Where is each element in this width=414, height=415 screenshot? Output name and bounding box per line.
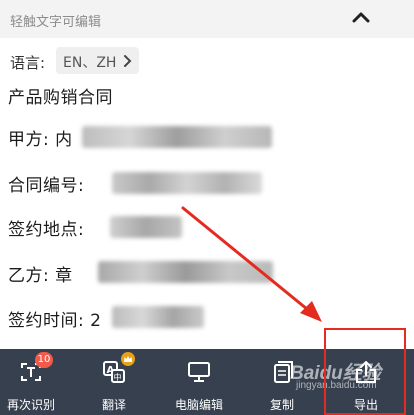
rescan-count-badge: 10: [35, 352, 53, 368]
crown-icon: [120, 351, 136, 370]
pc-edit-label: 电脑编辑: [174, 398, 223, 412]
rescan-button[interactable]: 10 再次识别: [0, 349, 62, 415]
pc-edit-button[interactable]: 电脑编辑: [164, 349, 234, 415]
copy-label: 复制: [269, 398, 294, 412]
translate-button[interactable]: A中 翻译: [88, 349, 140, 415]
annotation-highlight-box: [324, 328, 406, 415]
svg-text:中: 中: [114, 372, 122, 382]
translate-label: 翻译: [101, 398, 126, 412]
rescan-label: 再次识别: [6, 398, 55, 412]
monitor-icon: [186, 359, 212, 389]
